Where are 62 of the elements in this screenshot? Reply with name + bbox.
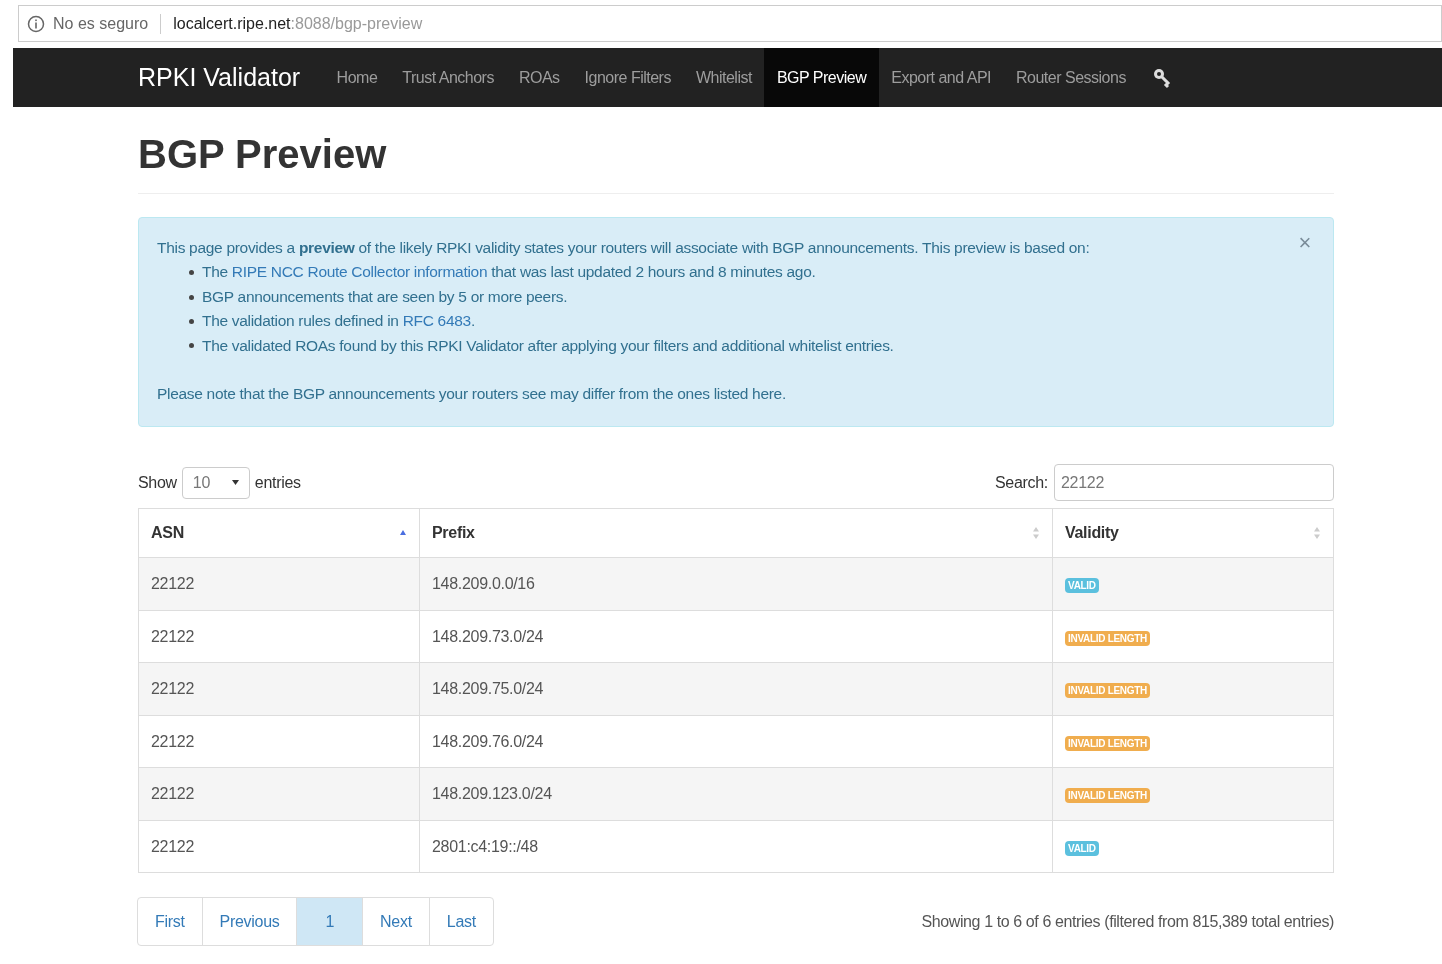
table-cell: 22122	[138, 820, 420, 873]
address-bar[interactable]: No es seguro localcert.ripe.net:8088/bgp-preview	[18, 5, 1442, 42]
close-button[interactable]: ×	[1298, 232, 1311, 254]
search-label: Search:	[994, 472, 1048, 493]
security-label: No es seguro	[53, 13, 149, 34]
table-cell: 22122	[138, 767, 420, 821]
entries-label: entries	[254, 472, 301, 493]
bullet-text: The RIPE NCC Route Collector information that was last updated 2 hours and 8 minutes ago.	[202, 262, 816, 283]
table-cell: 22122	[138, 715, 420, 768]
nav-link[interactable]: Whitelist	[683, 48, 765, 107]
validity-badge: VALID	[1065, 578, 1099, 594]
pagination-button[interactable]: First	[137, 897, 203, 947]
show-label: Show	[138, 472, 177, 493]
url-host: localcert.ripe.net	[173, 13, 291, 34]
entries-select[interactable]: 10	[181, 466, 250, 499]
table-cell: 2801:c4:19::/48	[419, 820, 1053, 873]
table-cell: 148.209.123.0/24	[419, 767, 1053, 821]
table-cell: 148.209.0.0/16	[419, 557, 1053, 611]
column-header[interactable]: Validity	[1052, 508, 1334, 558]
validity-badge: VALID	[1065, 840, 1099, 856]
pagination-button[interactable]: Last	[428, 897, 494, 947]
brand-title[interactable]: RPKI Validator	[138, 58, 301, 97]
column-header[interactable]: ASN	[138, 508, 420, 558]
bullet-text: BGP announcements that are seen by 5 or more peers.	[202, 286, 568, 307]
table-cell: 22122	[138, 610, 420, 663]
info-icon	[27, 14, 45, 33]
bullet-text: The validated ROAs found by this RPKI Validator after applying your filters and additional whitelist entries.	[202, 335, 894, 356]
validity-badge: INVALID LENGTH	[1065, 788, 1150, 804]
table-cell: 148.209.75.0/24	[419, 662, 1053, 716]
validity-badge: INVALID LENGTH	[1065, 735, 1150, 751]
validity-badge: INVALID LENGTH	[1065, 683, 1150, 699]
nav-link[interactable]: Export and API	[878, 48, 1004, 107]
table-cell: 22122	[138, 557, 420, 611]
table-cell: 148.209.73.0/24	[419, 610, 1053, 663]
bullet-icon	[189, 343, 194, 349]
text-link[interactable]: RFC 6483	[402, 312, 471, 330]
alert-note: Please note that the BGP announcements your routers see may differ from the ones listed here.	[157, 384, 787, 405]
url-path: :8088/bgp-preview	[290, 13, 423, 34]
nav-link[interactable]: BGP Preview	[764, 48, 879, 107]
pagination-button[interactable]: 1	[296, 897, 364, 947]
table-cell: 148.209.76.0/24	[419, 715, 1053, 768]
bullet-icon	[189, 294, 194, 300]
pagination-button[interactable]: Next	[362, 897, 430, 947]
search-field[interactable]: 22122	[1054, 464, 1334, 502]
table-info: Showing 1 to 6 of 6 entries (filtered from 815,389 total entries)	[921, 911, 1334, 932]
nav-link[interactable]: Home	[324, 48, 390, 107]
column-header[interactable]: Prefix	[419, 508, 1053, 558]
nav-link[interactable]: ROAs	[506, 48, 573, 107]
validity-badge: INVALID LENGTH	[1065, 630, 1150, 646]
text-link[interactable]: RIPE NCC Route Collector information	[231, 263, 488, 281]
nav-link[interactable]: Trust Anchors	[389, 48, 507, 107]
bullet-icon	[189, 318, 194, 324]
dropdown-caret-icon	[231, 480, 239, 486]
bullet-icon	[189, 270, 194, 276]
nav-link[interactable]: Ignore Filters	[572, 48, 684, 107]
table-cell: 22122	[138, 662, 420, 716]
pagination-button[interactable]: Previous	[201, 897, 298, 947]
page-title: BGP Preview	[138, 131, 388, 178]
key-icon[interactable]	[1152, 66, 1173, 89]
nav-link[interactable]: Router Sessions	[1003, 48, 1139, 107]
bullet-text: The validation rules defined in RFC 6483.	[202, 311, 475, 332]
alert-intro: This page provides a preview of the likely RPKI validity states your routers will associate with BGP announcements. This preview is based on:	[157, 238, 1090, 258]
